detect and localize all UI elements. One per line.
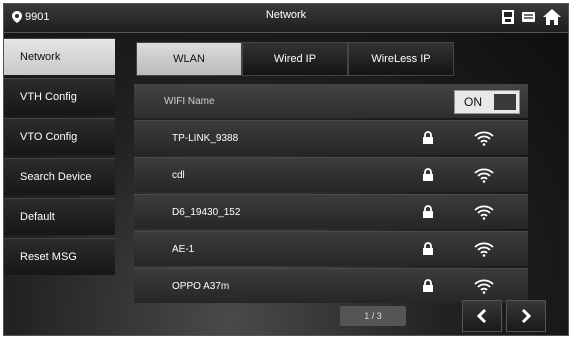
sidebar-item-label: VTO Config <box>20 131 78 143</box>
sidebar-item-search-device[interactable]: Search Device <box>4 158 115 195</box>
wifi-signal-icon <box>474 241 494 260</box>
top-bar: 9901 Network <box>4 4 568 33</box>
wifi-network-name: TP-LINK_9388 <box>172 132 239 144</box>
tab-wired-ip[interactable]: Wired IP <box>242 42 348 76</box>
page-title: Network <box>265 9 307 21</box>
wifi-network-name: D6_19430_152 <box>172 206 241 218</box>
lock-icon <box>422 205 434 222</box>
wifi-network-row[interactable]: AE-1 <box>134 231 528 266</box>
wifi-toggle[interactable]: ON <box>454 90 520 114</box>
message-icon[interactable] <box>521 9 537 30</box>
lock-icon <box>422 242 434 259</box>
home-icon[interactable] <box>542 8 562 31</box>
tab-wireless-ip[interactable]: WireLess IP <box>348 42 454 76</box>
wifi-list: WIFI Name ON TP-LINK_9388cdl D6_19430_152… <box>134 84 528 305</box>
sidebar-item-reset-msg[interactable]: Reset MSG <box>4 238 115 275</box>
sidebar-item-label: Reset MSG <box>20 251 77 263</box>
wifi-network-name: OPPO A37m <box>172 280 230 292</box>
wifi-signal-icon <box>474 130 494 149</box>
wifi-network-name: cdl <box>172 169 185 181</box>
wifi-header-row: WIFI Name ON <box>134 84 528 118</box>
wifi-name-label: WIFI Name <box>164 95 215 107</box>
sidebar-item-vth-config[interactable]: VTH Config <box>4 78 115 115</box>
lock-icon <box>422 279 434 296</box>
wifi-network-row[interactable]: D6_19430_152 <box>134 194 528 229</box>
toggle-knob <box>494 94 516 110</box>
lock-icon <box>422 168 434 185</box>
sidebar-item-label: Default <box>20 211 55 223</box>
tab-bar: WLAN Wired IP WireLess IP <box>136 42 454 76</box>
sidebar-item-network[interactable]: Network <box>4 38 115 75</box>
page-indicator: 1 / 3 <box>340 306 406 326</box>
sd-card-icon <box>500 9 516 30</box>
chevron-left-icon <box>476 308 487 324</box>
sidebar-item-default[interactable]: Default <box>4 198 115 235</box>
wifi-network-name: AE-1 <box>172 243 195 255</box>
chevron-right-icon <box>521 308 532 324</box>
wifi-network-row[interactable]: cdl <box>134 157 528 192</box>
sidebar-item-label: Network <box>20 51 61 63</box>
sidebar-item-label: VTH Config <box>20 91 77 103</box>
screen: 9901 Network Network VTH Config VTO Conf… <box>3 3 569 336</box>
wifi-network-row[interactable]: OPPO A37m <box>134 268 528 303</box>
sidebar: Network VTH Config VTO Config Search Dev… <box>4 38 115 278</box>
wifi-signal-icon <box>474 204 494 223</box>
wifi-toggle-label: ON <box>464 95 482 109</box>
sidebar-item-vto-config[interactable]: VTO Config <box>4 118 115 155</box>
wifi-network-row[interactable]: TP-LINK_9388 <box>134 120 528 155</box>
prev-page-button[interactable] <box>462 300 502 332</box>
lock-icon <box>422 131 434 148</box>
wifi-signal-icon <box>474 167 494 186</box>
next-page-button[interactable] <box>506 300 546 332</box>
sidebar-item-label: Search Device <box>20 171 92 183</box>
tab-wlan[interactable]: WLAN <box>136 42 242 76</box>
wifi-signal-icon <box>474 278 494 297</box>
